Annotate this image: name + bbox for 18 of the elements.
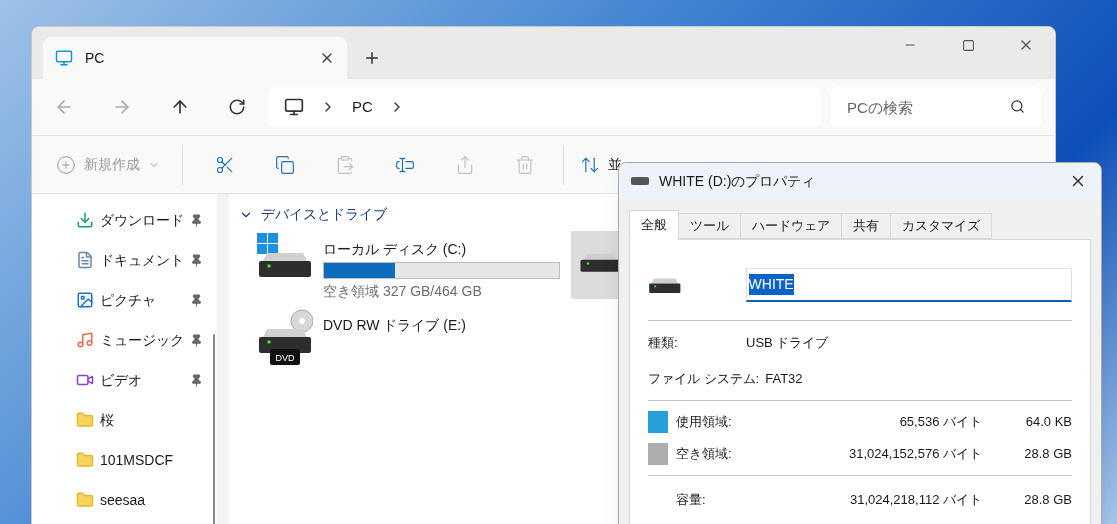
property-label: 種類:	[648, 334, 679, 352]
dialog-title: WHITE (D:)のプロパティ	[659, 171, 817, 191]
space-bytes: 65,536 バイト	[898, 413, 982, 432]
space-bytes: 31,024,218,112 バイト	[849, 491, 982, 509]
property-value: FAT32	[765, 369, 803, 388]
space-label: 空き領域:	[676, 445, 733, 464]
property-value: USB ドライブ	[746, 334, 829, 352]
space-bytes: 31,024,152,576 バイト	[848, 445, 982, 464]
space-size: 28.8 GB	[1023, 445, 1072, 464]
free-space-text: 空き領域 327 GB/464 GB	[323, 282, 483, 301]
drive-name: ローカル ディスク (C:)	[323, 240, 468, 259]
space-label: 容量:	[676, 491, 707, 509]
property-label: ファイル システム:	[648, 369, 760, 388]
space-size: 28.8 GB	[1023, 491, 1072, 509]
space-label: 使用領域:	[676, 413, 733, 432]
drive-name: DVD RW ドライブ (E:)	[323, 316, 466, 335]
space-size: 64.0 KB	[1024, 413, 1072, 432]
tab-title: PC	[85, 48, 106, 68]
